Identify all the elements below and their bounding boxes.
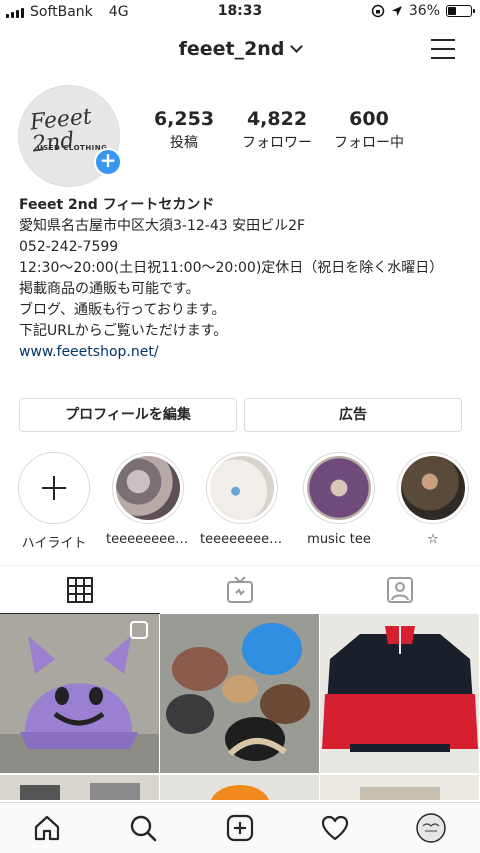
avatar-logo-subtext: USED CLOTHING — [37, 144, 108, 152]
highlight-item[interactable]: ☆ — [391, 452, 475, 547]
stat-value: 6,253 — [153, 108, 215, 130]
bio-line: ブログ、通販も行っております。 — [19, 302, 226, 318]
search-icon — [130, 815, 157, 842]
username-title: feeet_2nd — [178, 38, 285, 60]
tab-tagged[interactable] — [320, 566, 480, 614]
bio-hours: 12:30〜20:00(土日祝11:00〜20:00)定休日（祝日を除く水曜日） — [19, 260, 444, 276]
heart-icon — [321, 815, 349, 841]
post-thumbnail[interactable] — [160, 614, 319, 773]
battery-percent: 36% — [408, 3, 440, 19]
rotation-lock-icon — [371, 4, 385, 18]
purple-cap-image — [0, 614, 159, 773]
home-icon — [34, 815, 60, 841]
bottom-navigation — [0, 802, 480, 853]
status-bar: SoftBank 4G 18:33 36% — [0, 0, 480, 24]
highlight-label: teeeeeeeee... — [200, 532, 284, 547]
nav-search[interactable] — [128, 813, 158, 843]
add-story-button[interactable]: + — [94, 148, 122, 176]
profile-bio: Feeet 2nd フィートセカンド 愛知県名古屋市中区大須3-12-43 安田… — [19, 195, 464, 363]
battery-icon — [446, 5, 475, 17]
followers-count[interactable]: 4,822 フォロワー — [227, 108, 327, 152]
bio-phone: 052-242-7599 — [19, 239, 119, 255]
ads-button[interactable]: 広告 — [244, 398, 462, 432]
bio-address: 愛知県名古屋市中区大須3-12-43 安田ビル2F — [19, 218, 306, 234]
nav-home[interactable] — [32, 813, 62, 843]
nav-profile[interactable] — [416, 813, 446, 843]
nav-activity[interactable] — [320, 813, 350, 843]
tab-grid[interactable] — [0, 566, 160, 614]
highlight-thumbnail — [210, 456, 274, 520]
post-thumbnail[interactable] — [320, 775, 479, 800]
profile-header: feeet_2nd — [0, 30, 480, 70]
highlight-thumbnail — [116, 456, 180, 520]
post-image — [0, 775, 159, 800]
edit-profile-button[interactable]: プロフィールを編集 — [19, 398, 237, 432]
nav-add-post[interactable] — [225, 813, 255, 843]
plus-icon — [22, 456, 86, 520]
post-thumbnail[interactable] — [160, 775, 319, 800]
tagged-person-icon — [387, 577, 413, 603]
highlight-label: teeeeeeeee... — [106, 532, 190, 547]
location-icon — [391, 6, 402, 16]
highlight-thumbnail — [307, 456, 371, 520]
highlight-new[interactable]: ハイライト — [12, 452, 96, 551]
account-switcher[interactable]: feeet_2nd — [0, 38, 480, 60]
posts-grid — [0, 614, 480, 800]
stat-label: 投稿 — [170, 135, 198, 151]
hamburger-menu-icon[interactable] — [431, 39, 455, 59]
bio-line: 下記URLからご覧いただけます。 — [19, 323, 228, 339]
profile-display-name: Feeet 2nd フィートセカンド — [19, 197, 215, 213]
post-thumbnail[interactable] — [0, 614, 159, 773]
bio-line: 掲載商品の通販も可能です。 — [19, 281, 200, 297]
highlight-label: ハイライト — [21, 536, 87, 551]
caps-image — [160, 614, 319, 773]
highlight-label: music tee — [307, 532, 371, 547]
profile-tabs — [0, 565, 480, 614]
highlight-thumbnail — [401, 456, 465, 520]
stat-label: フォロワー — [242, 135, 312, 151]
igtv-icon — [227, 576, 253, 603]
fleece-jacket-image — [320, 614, 479, 773]
chevron-down-icon — [290, 40, 304, 53]
post-image — [160, 775, 319, 800]
highlight-item[interactable]: music tee — [297, 452, 381, 547]
post-thumbnail[interactable] — [320, 614, 479, 773]
add-post-icon — [226, 814, 254, 842]
stat-value: 600 — [349, 108, 389, 130]
posts-count[interactable]: 6,253 投稿 — [134, 108, 234, 152]
post-image — [320, 775, 479, 800]
profile-avatar-icon — [416, 813, 446, 843]
bio-website-link[interactable]: www.feeetshop.net/ — [19, 342, 464, 363]
stat-label: フォロー中 — [334, 135, 404, 151]
highlight-item[interactable]: teeeeeeeee... — [200, 452, 284, 547]
post-thumbnail[interactable] — [0, 775, 159, 800]
tab-igtv[interactable] — [160, 566, 320, 614]
highlight-label: ☆ — [427, 532, 439, 547]
grid-icon — [67, 576, 93, 603]
highlight-ring — [18, 452, 90, 524]
stat-value: 4,822 — [246, 108, 308, 130]
highlight-item[interactable]: teeeeeeeee... — [106, 452, 190, 547]
following-count[interactable]: 600 フォロー中 — [319, 108, 419, 152]
